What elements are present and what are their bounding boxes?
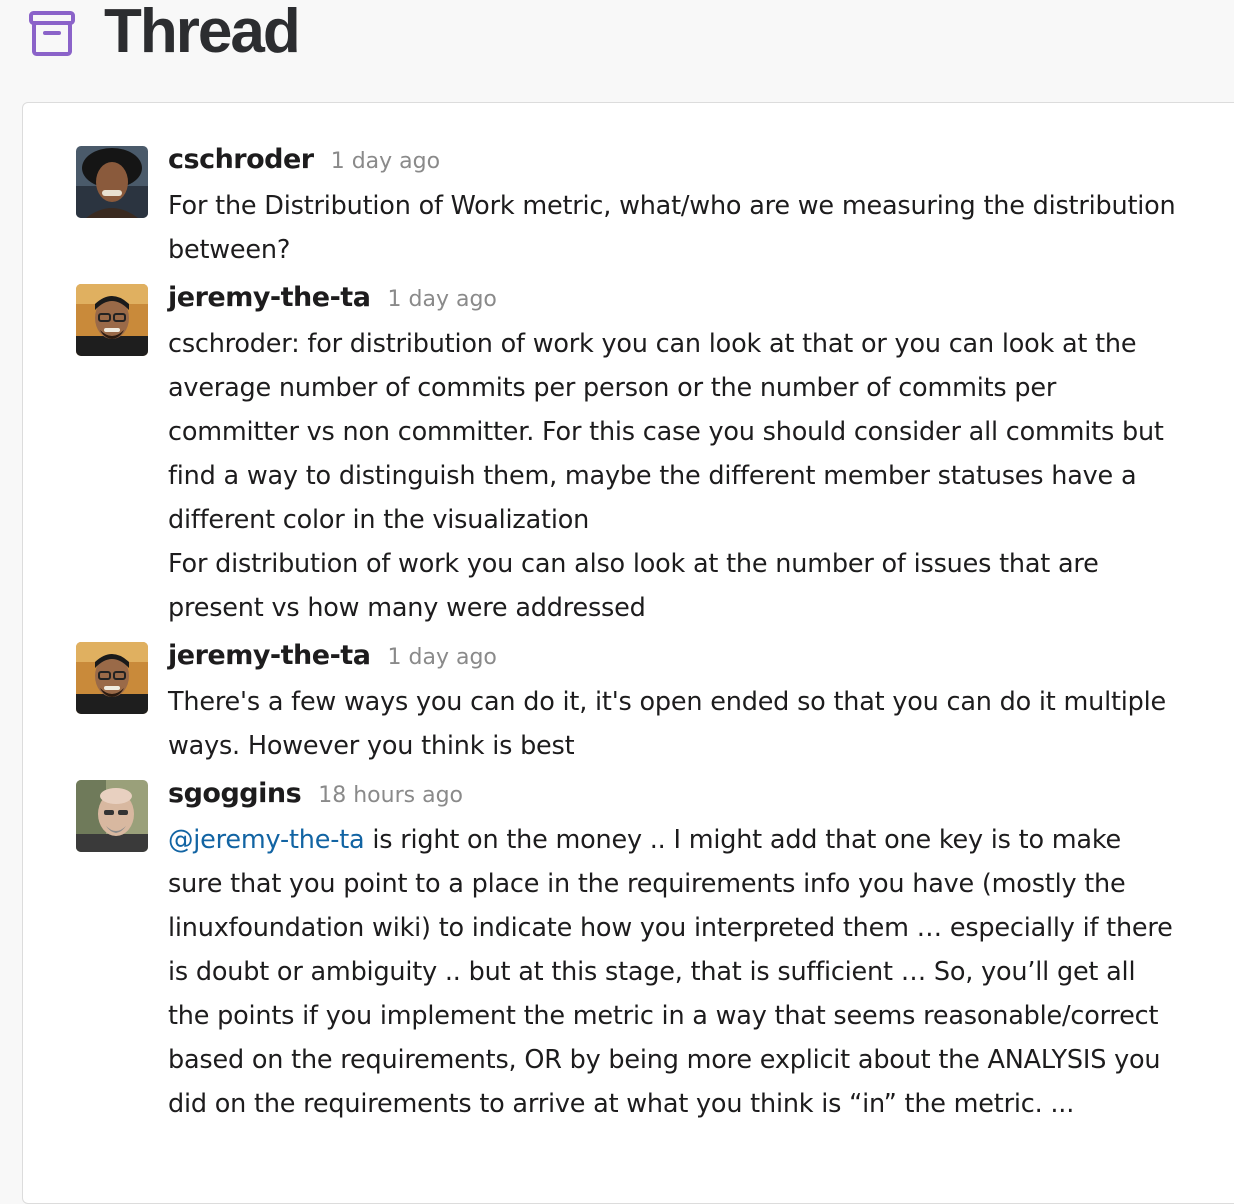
message-text: There's a few ways you can do it, it's o… (168, 687, 1167, 761)
avatar[interactable] (76, 642, 148, 714)
message-body: There's a few ways you can do it, it's o… (168, 680, 1178, 768)
author-name[interactable]: jeremy-the-ta (168, 640, 371, 671)
timestamp[interactable]: 1 day ago (388, 287, 497, 312)
timestamp[interactable]: 18 hours ago (318, 783, 463, 808)
message-text: For distribution of work you can also lo… (168, 549, 1099, 623)
message-text-content: is right on the money .. I might add tha… (168, 825, 1173, 1119)
avatar[interactable] (76, 284, 148, 356)
timestamp[interactable]: 1 day ago (388, 645, 497, 670)
message-text: For the Distribution of Work metric, wha… (168, 191, 1176, 265)
page-title: Thread (104, 0, 301, 66)
message-text: @jeremy-the-ta is right on the money .. … (168, 818, 1178, 1126)
thread-header: Thread (0, 0, 1234, 100)
message-meta: jeremy-the-ta 1 day ago (168, 278, 497, 321)
message-body: @jeremy-the-ta is right on the money .. … (168, 818, 1178, 1126)
avatar[interactable] (76, 146, 148, 218)
message-body: cschroder: for distribution of work you … (168, 322, 1178, 630)
message-meta: sgoggins 18 hours ago (168, 774, 463, 817)
archive-icon (29, 11, 75, 56)
author-name[interactable]: jeremy-the-ta (168, 282, 371, 313)
author-name[interactable]: cschroder (168, 144, 314, 175)
message-meta: cschroder 1 day ago (168, 140, 440, 183)
user-mention-link[interactable]: @jeremy-the-ta (168, 825, 365, 855)
message-body: For the Distribution of Work metric, wha… (168, 184, 1178, 272)
avatar[interactable] (76, 780, 148, 852)
author-name[interactable]: sgoggins (168, 778, 302, 809)
message-text: cschroder: for distribution of work you … (168, 329, 1164, 535)
timestamp[interactable]: 1 day ago (331, 149, 440, 174)
message-meta: jeremy-the-ta 1 day ago (168, 636, 497, 679)
